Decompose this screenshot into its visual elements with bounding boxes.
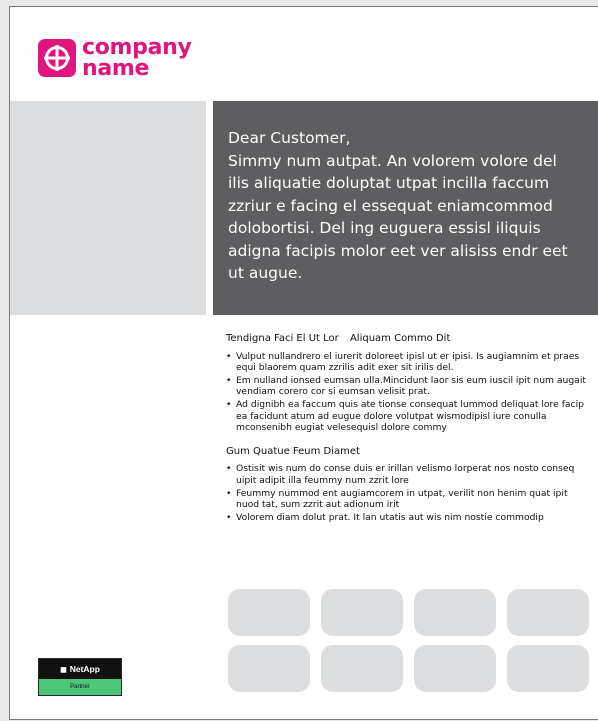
section-2-title: Gum Quatue Feum Diamet <box>226 446 592 458</box>
list-item: Feummy nummod ent augiamcorem in utpat, … <box>226 488 592 511</box>
tile-placeholder <box>228 589 310 636</box>
section-1-title-b: Aliquam Commo Dit <box>349 333 451 344</box>
netapp-partner-label: Partner <box>39 679 121 695</box>
section-1-list: Vulput nullandrero el iurerit doloreet i… <box>226 351 592 434</box>
tile-placeholder <box>414 589 496 636</box>
netapp-brand: NetApp <box>69 664 100 674</box>
list-item: Em nulland ionsed eumsan ulla.Mincidunt … <box>226 375 592 398</box>
document-page: company name Dear Customer, Simmy num au… <box>9 6 598 720</box>
company-name-line2: name <box>82 56 150 81</box>
tile-placeholder <box>228 645 310 692</box>
company-name-line1: company <box>82 35 192 60</box>
section-2-title-a: Gum Quatue Feum Diamet <box>226 445 360 457</box>
hero-panel: Dear Customer, Simmy num autpat. An volo… <box>213 101 598 315</box>
list-item: Ostisit wis num do conse duis er irillan… <box>226 463 592 486</box>
hero-body: Simmy num autpat. An volorem volore del … <box>228 151 568 283</box>
tile-placeholder <box>507 645 589 692</box>
netapp-partner-badge: ◼ NetApp Partner <box>38 658 122 696</box>
list-item: Vulput nullandrero el iurerit doloreet i… <box>226 351 592 374</box>
netapp-badge-top: ◼ NetApp <box>39 659 121 679</box>
section-1-title: Tendigna Faci El Ut Lor Aliquam Commo Di… <box>226 333 592 345</box>
body-content: Tendigna Faci El Ut Lor Aliquam Commo Di… <box>226 333 592 535</box>
list-item: Volorem diam dolut prat. It lan utatis a… <box>226 512 592 524</box>
section-1-title-a: Tendigna Faci El Ut Lor <box>226 333 339 344</box>
tile-placeholder <box>414 645 496 692</box>
list-item: Ad dignibh ea faccum quis ate tionse con… <box>226 399 592 434</box>
section-2-list: Ostisit wis num do conse duis er irillan… <box>226 463 592 523</box>
netapp-logo-icon: ◼ <box>60 664 67 674</box>
tile-placeholder <box>321 645 403 692</box>
company-logo: company name <box>38 35 192 81</box>
tile-placeholder <box>507 589 589 636</box>
hero-greeting: Dear Customer, <box>228 129 351 147</box>
tile-grid <box>228 589 590 697</box>
tile-placeholder <box>321 589 403 636</box>
crosshair-circle-icon <box>38 39 76 77</box>
company-name: company name <box>82 35 192 81</box>
image-placeholder <box>10 101 206 315</box>
